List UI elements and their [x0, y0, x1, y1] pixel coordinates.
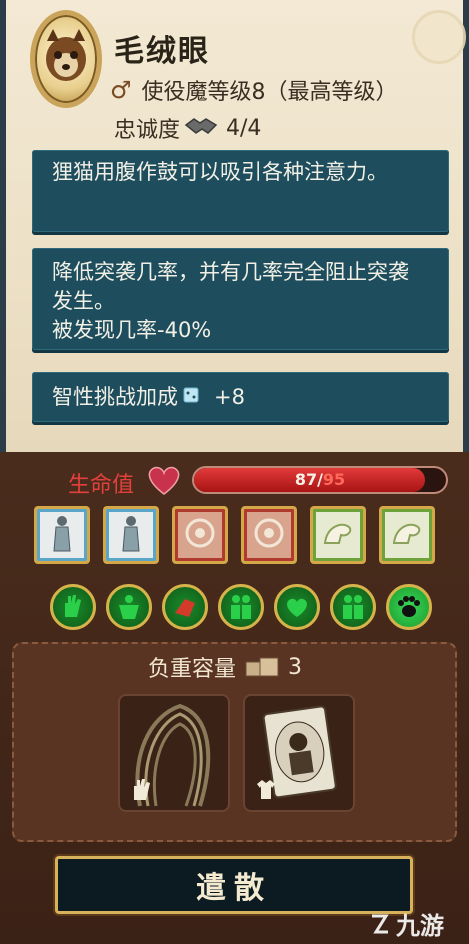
trait-badge-3[interactable]	[162, 584, 208, 630]
strength-trait-icon	[119, 595, 139, 619]
trait-badge-5[interactable]	[274, 584, 320, 630]
trait-badge-1[interactable]	[50, 584, 96, 630]
duo-trait-icon	[231, 595, 251, 619]
rank-text: 使役魔等级8（最高等级）	[141, 80, 398, 105]
skill-card-4[interactable]	[241, 506, 297, 564]
logo-icon	[372, 914, 389, 933]
skill-card-6[interactable]	[379, 506, 435, 564]
duo-trait-icon	[343, 595, 363, 619]
skill-card-1[interactable]	[34, 506, 90, 564]
seal-emblem	[412, 10, 466, 64]
capacity-row: 负重容量 3	[148, 651, 302, 683]
companion-name: 毛绒眼	[114, 34, 210, 69]
heart-icon	[144, 464, 184, 500]
hand-slot-icon	[128, 776, 154, 806]
handshake-icon	[184, 113, 218, 143]
health-current: 87	[294, 470, 318, 489]
description-text: 狸猫用腹作鼓可以吸引各种注意力。	[52, 160, 388, 184]
shirt-slot-icon	[253, 776, 279, 806]
watermark-text: 九游	[396, 912, 444, 940]
health-max: 95	[322, 470, 346, 489]
heart-hand-trait-icon	[287, 598, 307, 617]
info-box-description: 狸猫用腹作鼓可以吸引各种注意力。	[32, 150, 449, 232]
health-text: 87/95	[194, 470, 446, 489]
fist-trait-icon	[175, 599, 195, 617]
dice-icon	[182, 383, 202, 412]
crate-icon	[245, 657, 279, 677]
skill-card-2[interactable]	[103, 506, 159, 564]
trait-badge-7[interactable]	[386, 584, 432, 630]
rank-row: ♂ 使役魔等级8（最高等级）	[110, 74, 398, 106]
sun-card-icon	[250, 513, 288, 557]
equipment-slot-rope[interactable]	[118, 694, 230, 812]
hand-trait-icon	[65, 595, 81, 617]
equipment-slot-card[interactable]	[243, 694, 355, 812]
watermark: 九游	[368, 906, 444, 941]
male-icon: ♂	[110, 76, 132, 104]
companion-portrait	[30, 10, 102, 108]
skill-card-3[interactable]	[172, 506, 228, 564]
detection-text: 被发现几率-40%	[52, 318, 212, 342]
loyalty-value: 4/4	[226, 115, 262, 141]
health-bar: 87/95	[192, 466, 448, 494]
loyalty-label: 忠诚度	[114, 118, 181, 143]
intellect-value: +8	[214, 384, 245, 409]
info-box-intellect: 智性挑战加成 +8	[32, 372, 449, 422]
skill-card-5[interactable]	[310, 506, 366, 564]
figure-card-icon	[113, 513, 149, 557]
figure-card-icon	[44, 513, 80, 557]
arm-card-icon	[388, 513, 426, 557]
intellect-label: 智性挑战加成	[52, 384, 178, 409]
ambush-text: 降低突袭几率，并有几率完全阻止突袭发生。	[52, 260, 409, 313]
dismiss-label: 遣散	[196, 871, 272, 906]
raccoon-face-icon	[46, 29, 86, 81]
dismiss-button[interactable]: 遣散	[55, 856, 413, 914]
health-label: 生命值	[68, 473, 135, 498]
companion-info-panel: 毛绒眼 ♂ 使役魔等级8（最高等级） 忠诚度 4/4 狸猫用腹作鼓可以吸引各种注…	[0, 0, 469, 452]
info-box-ambush: 降低突袭几率，并有几率完全阻止突袭发生。 被发现几率-40%	[32, 248, 449, 350]
capacity-label: 负重容量	[148, 657, 237, 682]
loyalty-row: 忠诚度 4/4	[114, 112, 261, 144]
sun-card-icon	[181, 513, 219, 557]
trait-badges	[50, 584, 432, 630]
trait-badge-4[interactable]	[218, 584, 264, 630]
trait-badge-2[interactable]	[106, 584, 152, 630]
paw-trait-icon	[398, 596, 420, 617]
arm-card-icon	[319, 513, 357, 557]
trait-badge-6[interactable]	[330, 584, 376, 630]
capacity-value: 3	[288, 654, 303, 680]
skill-cards	[34, 506, 444, 564]
